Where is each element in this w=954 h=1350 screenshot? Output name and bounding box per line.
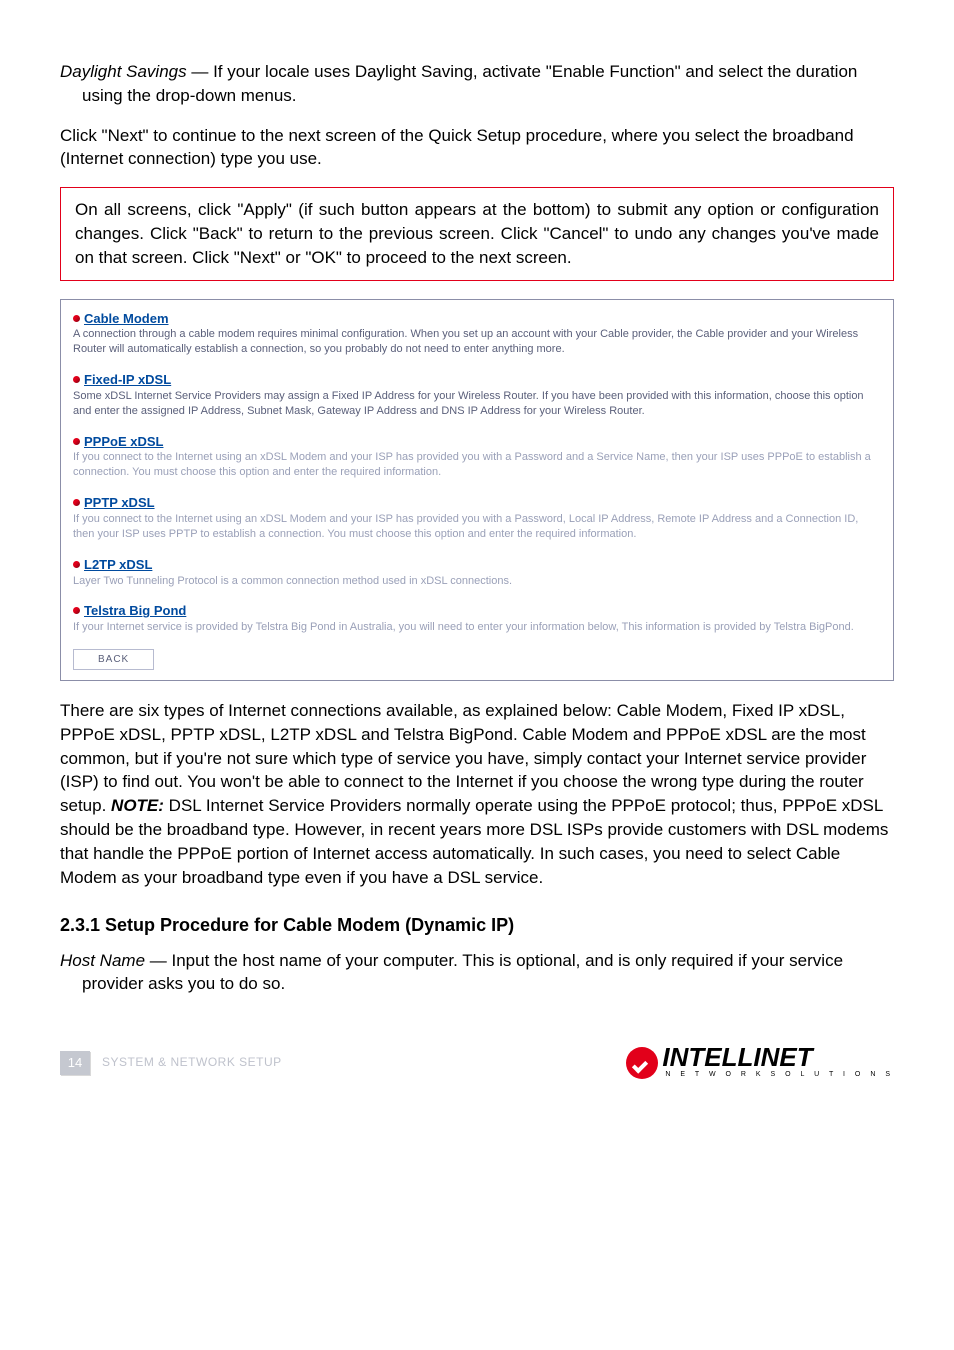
note-callout-box: On all screens, click "Apply" (if such b… [60, 187, 894, 280]
checkmark-icon [626, 1047, 658, 1079]
footer-section-label: SYSTEM & NETWORK SETUP [102, 1054, 282, 1071]
desc-pptp-xdsl: If you connect to the Internet using an … [73, 512, 881, 542]
desc-pppoe-xdsl: If you connect to the Internet using an … [73, 450, 881, 480]
daylight-savings-paragraph: Daylight Savings — If your locale uses D… [60, 60, 894, 108]
router-options-panel: Cable Modem A connection through a cable… [60, 299, 894, 682]
back-button[interactable]: BACK [73, 649, 154, 670]
router-option-cable-modem: Cable Modem A connection through a cable… [73, 310, 881, 358]
note-label: NOTE: [111, 796, 164, 815]
desc-cable-modem: A connection through a cable modem requi… [73, 327, 881, 357]
bullet-icon [73, 607, 80, 614]
router-option-pptp: PPTP xDSL If you connect to the Internet… [73, 494, 881, 542]
bullet-icon [73, 561, 80, 568]
host-name-term: Host Name [60, 951, 145, 970]
desc-l2tp-xdsl: Layer Two Tunneling Protocol is a common… [73, 574, 881, 589]
host-name-paragraph: Host Name — Input the host name of your … [60, 949, 894, 997]
bullet-icon [73, 438, 80, 445]
click-next-paragraph: Click "Next" to continue to the next scr… [60, 124, 894, 172]
daylight-term: Daylight Savings [60, 62, 187, 81]
connection-types-paragraph: There are six types of Internet connecti… [60, 699, 894, 889]
host-name-sep: — [145, 951, 171, 970]
bullet-icon [73, 315, 80, 322]
bullet-icon [73, 376, 80, 383]
desc-fixed-ip-xdsl: Some xDSL Internet Service Providers may… [73, 389, 881, 419]
intellinet-logo: INTELLINET N E T W O R K S O L U T I O N… [626, 1046, 894, 1079]
note-callout-text: On all screens, click "Apply" (if such b… [75, 200, 879, 267]
section-heading-2-3-1: 2.3.1 Setup Procedure for Cable Modem (D… [60, 913, 894, 938]
router-option-l2tp: L2TP xDSL Layer Two Tunneling Protocol i… [73, 556, 881, 589]
bullet-icon [73, 499, 80, 506]
logo-main-text: INTELLINET [662, 1046, 812, 1069]
link-cable-modem[interactable]: Cable Modem [84, 311, 169, 326]
link-l2tp-xdsl[interactable]: L2TP xDSL [84, 557, 152, 572]
desc-telstra-big-pond: If your Internet service is provided by … [73, 620, 881, 635]
page-footer: 14 SYSTEM & NETWORK SETUP INTELLINET N E… [60, 1046, 894, 1079]
router-option-telstra: Telstra Big Pond If your Internet servic… [73, 602, 881, 635]
link-pppoe-xdsl[interactable]: PPPoE xDSL [84, 434, 163, 449]
daylight-sep: — [187, 62, 213, 81]
link-telstra-big-pond[interactable]: Telstra Big Pond [84, 603, 186, 618]
host-name-text: Input the host name of your computer. Th… [82, 951, 843, 994]
logo-sub-text: N E T W O R K S O L U T I O N S [662, 1070, 894, 1080]
page-number: 14 [60, 1051, 90, 1075]
connection-types-text-b: DSL Internet Service Providers normally … [60, 796, 888, 886]
router-option-pppoe: PPPoE xDSL If you connect to the Interne… [73, 433, 881, 481]
link-pptp-xdsl[interactable]: PPTP xDSL [84, 495, 155, 510]
router-option-fixed-ip: Fixed-IP xDSL Some xDSL Internet Service… [73, 371, 881, 419]
link-fixed-ip-xdsl[interactable]: Fixed-IP xDSL [84, 372, 171, 387]
